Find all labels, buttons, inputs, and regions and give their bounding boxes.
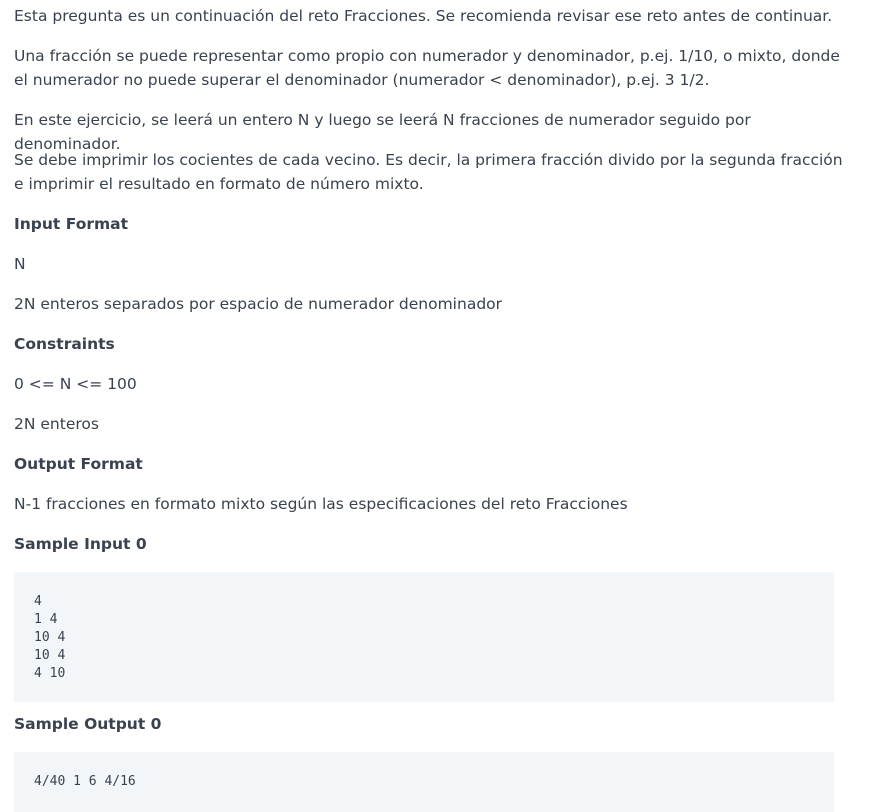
output-format-line-1: N-1 fracciones en formato mixto según la…	[14, 495, 628, 513]
output-format-heading: Output Format	[14, 455, 143, 473]
sample-output-heading: Sample Output 0	[14, 715, 162, 733]
sample-input-heading: Sample Input 0	[14, 535, 147, 553]
intro-paragraph-1: Esta pregunta es un continuación del ret…	[14, 7, 833, 25]
sample-input-codebox[interactable]: 4 1 4 10 4 10 4 4 10	[14, 572, 834, 702]
sample-output-code[interactable]: 4/40 1 6 4/16	[34, 773, 814, 791]
input-format-line-1: N	[14, 255, 26, 273]
sample-input-code[interactable]: 4 1 4 10 4 10 4 4 10	[34, 593, 814, 683]
constraints-line-2: 2N enteros	[14, 415, 99, 433]
input-format-line-2: 2N enteros separados por espacio de nume…	[14, 295, 503, 313]
sample-output-codebox[interactable]: 4/40 1 6 4/16	[14, 752, 834, 812]
intro-paragraph-2: Una fracción se puede representar como p…	[14, 47, 840, 89]
input-format-heading: Input Format	[14, 215, 129, 233]
constraints-heading: Constraints	[14, 335, 115, 353]
constraints-line-1: 0 <= N <= 100	[14, 375, 137, 393]
intro-paragraph-4: Se debe imprimir los cocientes de cada v…	[14, 151, 843, 193]
